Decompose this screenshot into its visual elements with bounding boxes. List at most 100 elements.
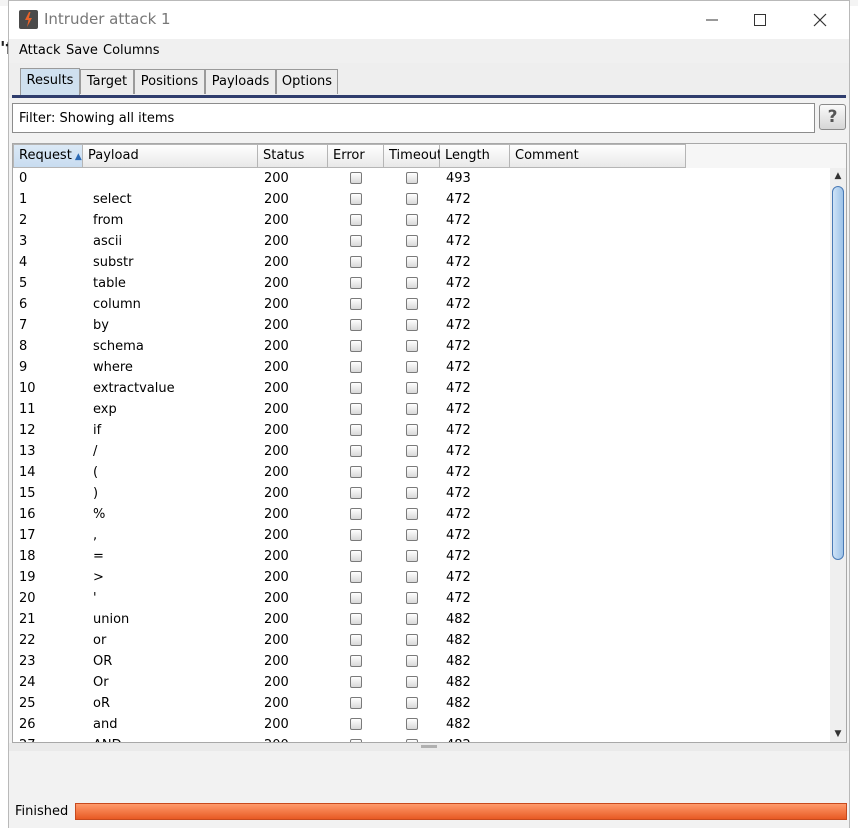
error-checkbox <box>350 529 362 541</box>
maximize-button[interactable] <box>737 7 783 33</box>
cell-request: 16 <box>19 507 36 522</box>
cell-payload: ) <box>93 486 99 501</box>
table-row[interactable]: 3 ascii 200 472 <box>13 231 831 252</box>
error-checkbox <box>350 340 362 352</box>
table-row[interactable]: 25 oR 200 482 <box>13 693 831 714</box>
table-row[interactable]: 13 / 200 472 <box>13 441 831 462</box>
error-checkbox <box>350 676 362 688</box>
scroll-down-icon[interactable]: ▼ <box>830 726 846 742</box>
column-header-payload[interactable]: Payload <box>83 144 258 168</box>
tab-target[interactable]: Target <box>80 69 134 94</box>
cell-length: 472 <box>446 444 471 459</box>
cell-status: 200 <box>264 465 289 480</box>
error-checkbox <box>350 697 362 709</box>
cell-request: 19 <box>19 570 36 585</box>
table-row[interactable]: 18 = 200 472 <box>13 546 831 567</box>
cell-status: 200 <box>264 549 289 564</box>
table-row[interactable]: 21 union 200 482 <box>13 609 831 630</box>
title-bar[interactable]: Intruder attack 1 <box>9 1 849 38</box>
cell-status: 200 <box>264 612 289 627</box>
table-row[interactable]: 2 from 200 472 <box>13 210 831 231</box>
error-checkbox <box>350 277 362 289</box>
table-body: 0 200 493 1 select 200 472 2 from 200 472 3 ascii 200… <box>13 168 831 742</box>
table-row[interactable]: 20 ' 200 472 <box>13 588 831 609</box>
error-checkbox <box>350 319 362 331</box>
table-row[interactable]: 0 200 493 <box>13 168 831 189</box>
scrollbar-thumb[interactable] <box>832 186 844 560</box>
table-row[interactable]: 23 OR 200 482 <box>13 651 831 672</box>
table-row[interactable]: 17, 200 472 <box>13 525 831 546</box>
error-checkbox <box>350 634 362 646</box>
cell-length: 472 <box>446 507 471 522</box>
tab-results[interactable]: Results <box>20 68 80 95</box>
cell-length: 482 <box>446 717 471 732</box>
cell-request: 23 <box>19 654 36 669</box>
column-header-request[interactable]: Request ▲ <box>13 144 83 168</box>
error-checkbox <box>350 424 362 436</box>
cell-length: 472 <box>446 549 471 564</box>
cell-status: 200 <box>264 213 289 228</box>
table-row[interactable]: 10 extractvalue 200 472 <box>13 378 831 399</box>
table-row[interactable]: 26 and 200 482 <box>13 714 831 735</box>
close-button[interactable] <box>797 7 843 33</box>
tab-options[interactable]: Options <box>276 69 338 94</box>
table-row[interactable]: 11 exp 200 472 <box>13 399 831 420</box>
cell-length: 472 <box>446 465 471 480</box>
table-row[interactable]: 8 schema 200 472 <box>13 336 831 357</box>
tab-positions[interactable]: Positions <box>134 69 205 94</box>
cell-length: 472 <box>446 192 471 207</box>
column-header-length[interactable]: Length <box>440 144 510 168</box>
cell-request: 7 <box>19 318 28 333</box>
cell-request: 17 <box>19 528 36 543</box>
vertical-scrollbar[interactable]: ▲ ▼ <box>830 168 846 742</box>
table-row[interactable]: 24 Or 200 482 <box>13 672 831 693</box>
table-row[interactable]: 9 where 200 472 <box>13 357 831 378</box>
table-row[interactable]: 15) 200 472 <box>13 483 831 504</box>
results-panel: Filter: Showing all items ? Request ▲ Pay… <box>9 98 849 828</box>
table-row[interactable]: 6 column 200 472 <box>13 294 831 315</box>
cell-request: 18 <box>19 549 36 564</box>
cell-length: 482 <box>446 612 471 627</box>
scroll-up-icon[interactable]: ▲ <box>830 168 846 184</box>
error-checkbox <box>350 739 362 742</box>
table-row[interactable]: 19 >200 472 <box>13 567 831 588</box>
menu-save[interactable]: Save <box>66 43 98 58</box>
cell-length: 472 <box>446 297 471 312</box>
column-header-comment[interactable]: Comment <box>510 144 686 168</box>
filter-bar[interactable]: Filter: Showing all items <box>12 103 815 133</box>
timeout-checkbox <box>406 550 418 562</box>
cell-payload: ( <box>93 465 99 480</box>
table-row[interactable]: 5 table 200 472 <box>13 273 831 294</box>
cell-status: 200 <box>264 297 289 312</box>
tab-payloads[interactable]: Payloads <box>205 69 276 94</box>
menu-bar: Attack Save Columns <box>9 39 849 63</box>
cell-payload: and <box>93 717 118 732</box>
cell-payload: / <box>93 444 98 459</box>
table-row[interactable]: 12 if 200 472 <box>13 420 831 441</box>
column-header-status[interactable]: Status <box>258 144 328 168</box>
help-button[interactable]: ? <box>819 104 846 130</box>
error-checkbox <box>350 172 362 184</box>
minimize-button[interactable] <box>689 7 735 33</box>
error-checkbox <box>350 361 362 373</box>
menu-attack[interactable]: Attack <box>19 43 61 58</box>
cell-request: 20 <box>19 591 36 606</box>
cell-request: 2 <box>19 213 28 228</box>
column-header-error[interactable]: Error <box>328 144 384 168</box>
table-row[interactable]: 7 by 200 472 <box>13 315 831 336</box>
table-row[interactable]: 14 (200 472 <box>13 462 831 483</box>
table-row[interactable]: 4 substr 200 472 <box>13 252 831 273</box>
pane-splitter[interactable] <box>9 743 849 751</box>
cell-status: 200 <box>264 402 289 417</box>
table-row[interactable]: 22 or 200 482 <box>13 630 831 651</box>
table-row[interactable]: 27 AND 200 482 <box>13 735 831 742</box>
cell-status: 200 <box>264 234 289 249</box>
table-row[interactable]: 16% 200 472 <box>13 504 831 525</box>
table-row[interactable]: 1 select 200 472 <box>13 189 831 210</box>
timeout-checkbox <box>406 340 418 352</box>
error-checkbox <box>350 592 362 604</box>
column-header-timeout[interactable]: Timeout <box>384 144 442 168</box>
cell-status: 200 <box>264 318 289 333</box>
timeout-checkbox <box>406 256 418 268</box>
menu-columns[interactable]: Columns <box>103 43 160 58</box>
